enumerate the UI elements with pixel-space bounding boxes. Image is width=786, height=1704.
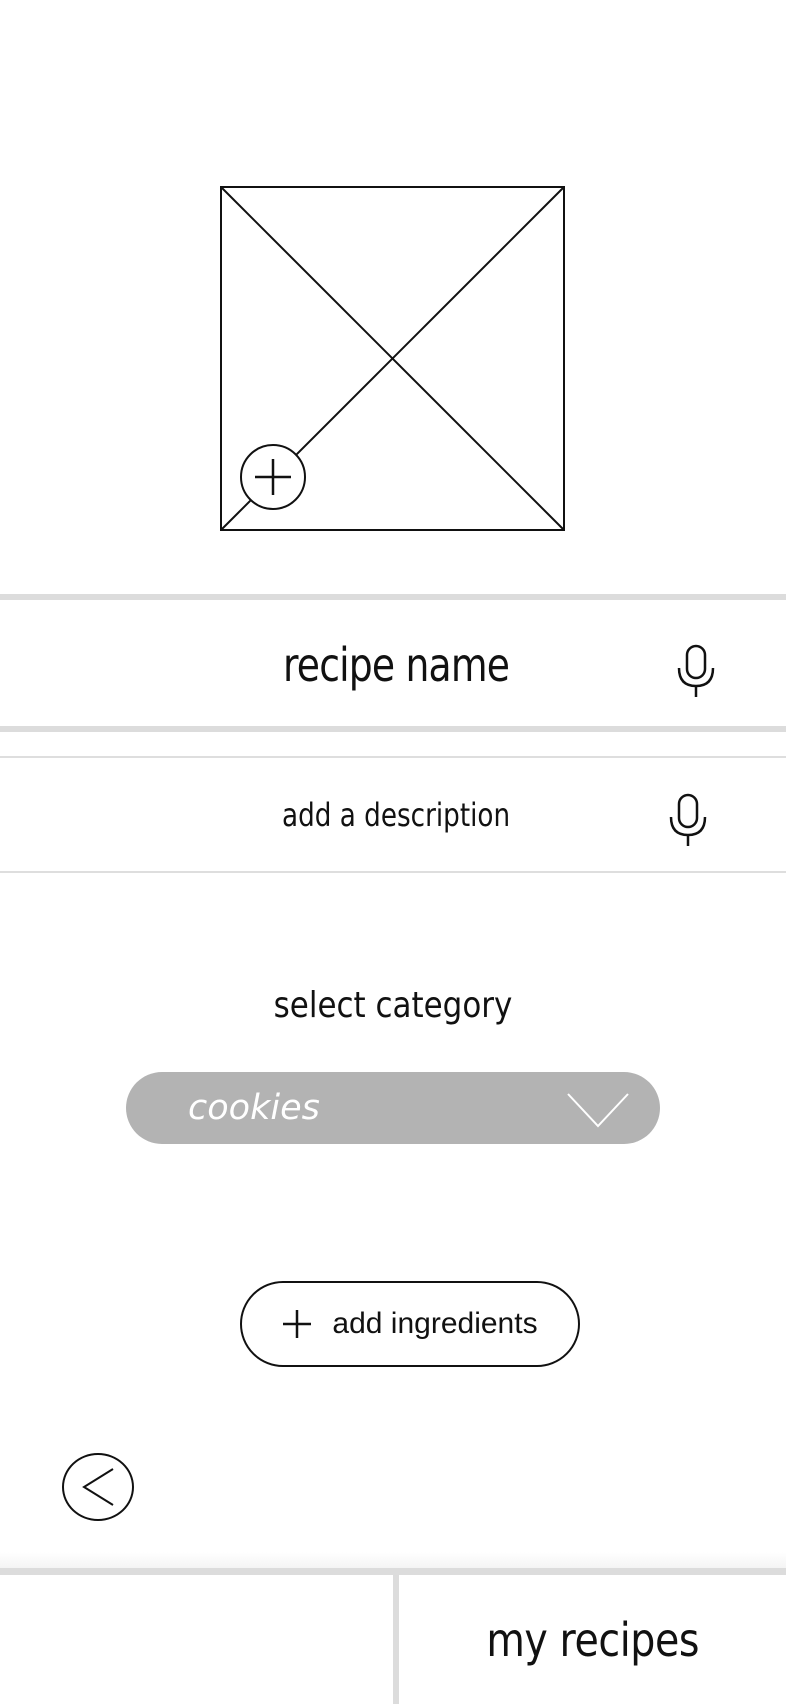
chevron-left-icon xyxy=(82,1468,114,1506)
my-recipes-tab[interactable]: my recipes xyxy=(399,1575,786,1704)
recipe-name-field[interactable]: recipe name xyxy=(74,630,719,700)
name-field-bottom-border xyxy=(0,726,786,732)
back-button[interactable] xyxy=(62,1453,134,1521)
my-recipes-label: my recipes xyxy=(486,1612,699,1667)
bottom-nav-left-tab[interactable] xyxy=(0,1575,393,1704)
bottom-nav-top-border xyxy=(0,1568,786,1575)
recipe-name-mic-button[interactable] xyxy=(673,644,719,698)
plus-icon xyxy=(283,1310,312,1338)
microphone-icon xyxy=(669,793,707,846)
microphone-icon xyxy=(677,644,715,697)
add-photo-button[interactable] xyxy=(240,444,306,510)
description-mic-button[interactable] xyxy=(666,793,710,847)
plus-icon xyxy=(255,459,291,495)
description-field[interactable]: add a description xyxy=(74,790,719,840)
description-field-bottom-border xyxy=(0,871,786,873)
description-field-top-border xyxy=(0,756,786,758)
chevron-down-icon xyxy=(567,1093,629,1128)
add-ingredients-label: add ingredients xyxy=(332,1307,538,1340)
select-category-label: select category xyxy=(273,985,513,1026)
category-dropdown[interactable]: cookies xyxy=(126,1072,660,1144)
category-selected-value: cookies xyxy=(188,1088,320,1128)
add-ingredients-button[interactable]: add ingredients xyxy=(240,1281,580,1367)
name-field-top-border xyxy=(0,594,786,600)
